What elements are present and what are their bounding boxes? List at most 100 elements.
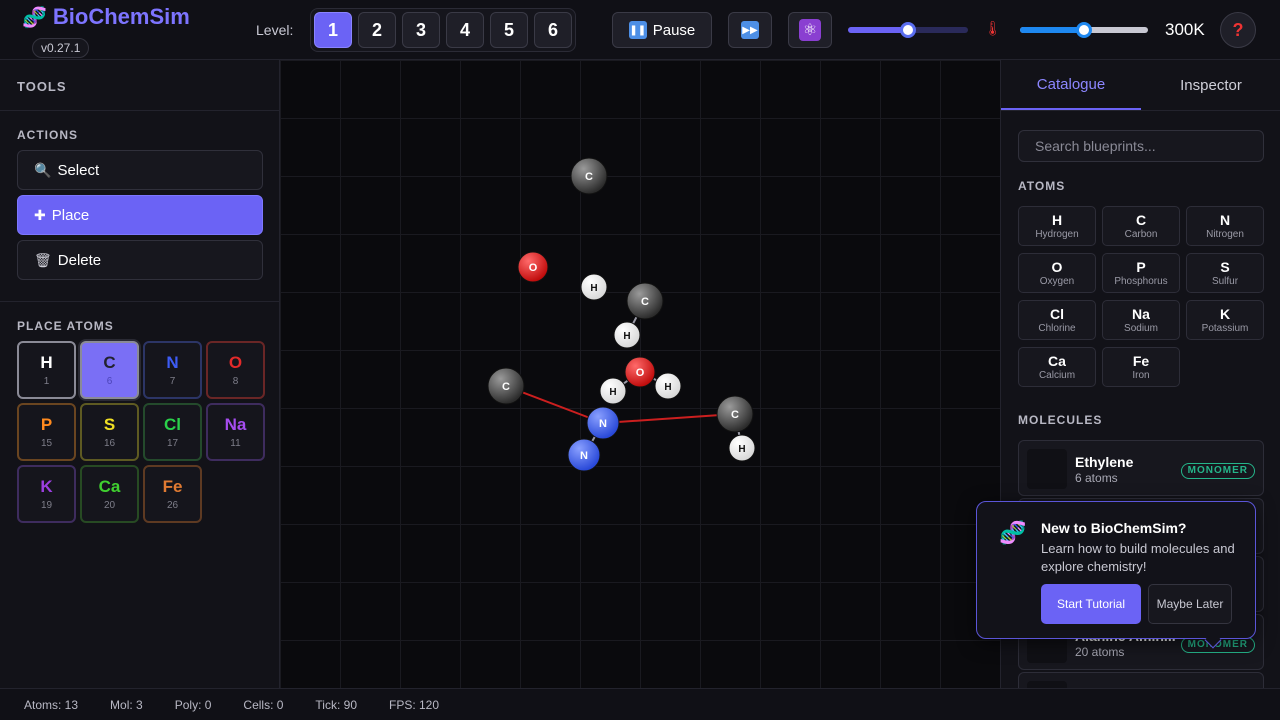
action-label: Select [57, 161, 100, 179]
action-select-button[interactable]: 🔍 Select [17, 150, 263, 190]
level-button-1[interactable]: 1 [314, 12, 352, 48]
catalogue-atom-phosphorus[interactable]: P Phosphorus [1102, 253, 1180, 293]
catalogue-atom-carbon[interactable]: C Carbon [1102, 206, 1180, 246]
molecule-card[interactable] [1018, 672, 1264, 688]
action-label: Place [51, 206, 90, 224]
level-button-6[interactable]: 6 [534, 12, 572, 48]
status-item: Atoms: 13 [24, 697, 79, 712]
molecule-thumbnail [1027, 449, 1067, 489]
palette-atom-s[interactable]: S 16 [80, 403, 139, 461]
status-item: Poly: 0 [174, 697, 212, 712]
pause-label: Pause [652, 21, 696, 39]
level-selector: 123456 [310, 8, 576, 52]
catalogue-atom-sodium[interactable]: Na Sodium [1102, 300, 1180, 340]
palette-atom-number: 1 [43, 376, 50, 387]
catalogue-atom-name: Sulfur [1211, 276, 1239, 287]
atom-o[interactable]: O [517, 251, 549, 283]
catalogue-atom-potassium[interactable]: K Potassium [1186, 300, 1264, 340]
palette-atom-o[interactable]: O8 [206, 341, 265, 399]
divider [0, 301, 280, 302]
temperature-slider[interactable] [1020, 22, 1148, 38]
catalogue-atom-symbol: Na [1132, 306, 1150, 322]
palette-atom-symbol: C [103, 353, 116, 372]
blueprint-search-input[interactable]: Search blueprints... [1018, 130, 1264, 162]
tab-inspector[interactable]: Inspector [1141, 60, 1280, 110]
catalogue-atom-oxygen[interactable]: O Oxygen [1018, 253, 1096, 293]
molecule-card[interactable]: Ethylene 6 atoms MONOMER [1018, 440, 1264, 496]
palette-atom-h[interactable]: H1 [17, 341, 76, 399]
palette-atom-ca[interactable]: Ca 20 [80, 465, 139, 523]
atom-label: H [738, 444, 745, 455]
action-place-button[interactable]: ✚ Place [17, 195, 263, 235]
tools-title: TOOLS [17, 79, 67, 94]
atom-c[interactable]: C [716, 395, 754, 433]
atom-label: C [731, 409, 739, 421]
palette-atom-n[interactable]: N7 [143, 341, 202, 399]
molecule-view[interactable]: C O H C H O H H C N C N H [280, 60, 1000, 688]
atom-label: H [623, 331, 630, 342]
level-button-4[interactable]: 4 [446, 12, 484, 48]
start-tutorial-button[interactable]: Start Tutorial [1041, 584, 1141, 624]
maybe-later-button[interactable]: Maybe Later [1148, 584, 1232, 624]
level-label: Level: [256, 22, 294, 38]
atom-label: H [590, 283, 597, 294]
simulation-canvas[interactable]: C O H C H O H H C N C N H [280, 60, 1000, 688]
catalogue-atom-hydrogen[interactable]: H Hydrogen [1018, 206, 1096, 246]
catalogue-atom-symbol: S [1220, 259, 1230, 275]
catalogue-atom-name: Carbon [1124, 229, 1158, 240]
pause-icon: ❚❚ [628, 21, 647, 39]
catalogue-atom-symbol: O [1051, 259, 1063, 275]
level-button-5[interactable]: 5 [490, 12, 528, 48]
molecule-name: Ethylene [1075, 454, 1134, 470]
catalogue-atom-nitrogen[interactable]: N Nitrogen [1186, 206, 1264, 246]
atom-h[interactable]: H [613, 321, 641, 349]
tab-catalogue[interactable]: Catalogue [1001, 60, 1141, 110]
atom-h[interactable]: H [580, 273, 608, 301]
palette-atom-c[interactable]: C6 [80, 341, 139, 399]
temperature-slider-handle[interactable] [1076, 22, 1092, 38]
magnifier-icon: 🔍 [34, 161, 52, 178]
atom-c[interactable]: C [570, 157, 608, 195]
palette-atom-number: 15 [40, 438, 53, 449]
catalogue-atom-calcium[interactable]: Ca Calcium [1018, 347, 1096, 387]
atom-h[interactable]: H [599, 377, 627, 405]
atom-h[interactable]: H [654, 372, 682, 400]
fast-forward-icon: ▶▶ [741, 21, 759, 39]
palette-atom-cl[interactable]: Cl 17 [143, 403, 202, 461]
fast-forward-button[interactable]: ▶▶ [728, 12, 772, 48]
atom-h[interactable]: H [728, 434, 756, 462]
catalogue-atom-symbol: P [1136, 259, 1146, 275]
level-button-3[interactable]: 3 [402, 12, 440, 48]
palette-atom-na[interactable]: Na 11 [206, 403, 265, 461]
help-button[interactable]: ? [1220, 12, 1256, 48]
action-delete-button[interactable]: 🗑 Delete [17, 240, 263, 280]
atom-o[interactable]: O [624, 356, 656, 388]
palette-atom-p[interactable]: P 15 [17, 403, 76, 461]
tutorial-popup: 🧬 New to BioChemSim? Learn how to build … [976, 501, 1256, 649]
plus-icon: ✚ [34, 206, 46, 223]
atom-label: C [641, 296, 649, 308]
atom-c[interactable]: C [626, 282, 664, 320]
question-icon: ? [1232, 19, 1244, 40]
palette-atom-fe[interactable]: Fe 26 [143, 465, 202, 523]
atom-n[interactable]: N [567, 438, 601, 472]
pause-button[interactable]: ❚❚ Pause [612, 12, 712, 48]
trash-icon: 🗑 [34, 251, 52, 268]
atom-view-button[interactable]: ⚛ [788, 12, 832, 48]
atom-label: H [664, 382, 671, 393]
catalogue-atom-iron[interactable]: Fe Iron [1102, 347, 1180, 387]
palette-atom-symbol: S [103, 415, 116, 434]
catalogue-atom-sulfur[interactable]: S Sulfur [1186, 253, 1264, 293]
status-item: Tick: 90 [315, 697, 357, 712]
catalogue-atom-chlorine[interactable]: Cl Chlorine [1018, 300, 1096, 340]
tab-divider [1001, 110, 1280, 111]
speed-slider[interactable] [848, 22, 968, 38]
status-bar: Atoms: 13 Mol: 3 Poly: 0 Cells: 0 Tick: 90 FP… [0, 688, 1280, 720]
palette-atom-k[interactable]: K 19 [17, 465, 76, 523]
level-button-2[interactable]: 2 [358, 12, 396, 48]
speed-slider-handle[interactable] [900, 22, 916, 38]
temperature-readout: 300K [1165, 20, 1205, 39]
atom-c[interactable]: C [487, 367, 525, 405]
palette-atom-number: 17 [166, 438, 179, 449]
atom-n[interactable]: N [586, 406, 620, 440]
